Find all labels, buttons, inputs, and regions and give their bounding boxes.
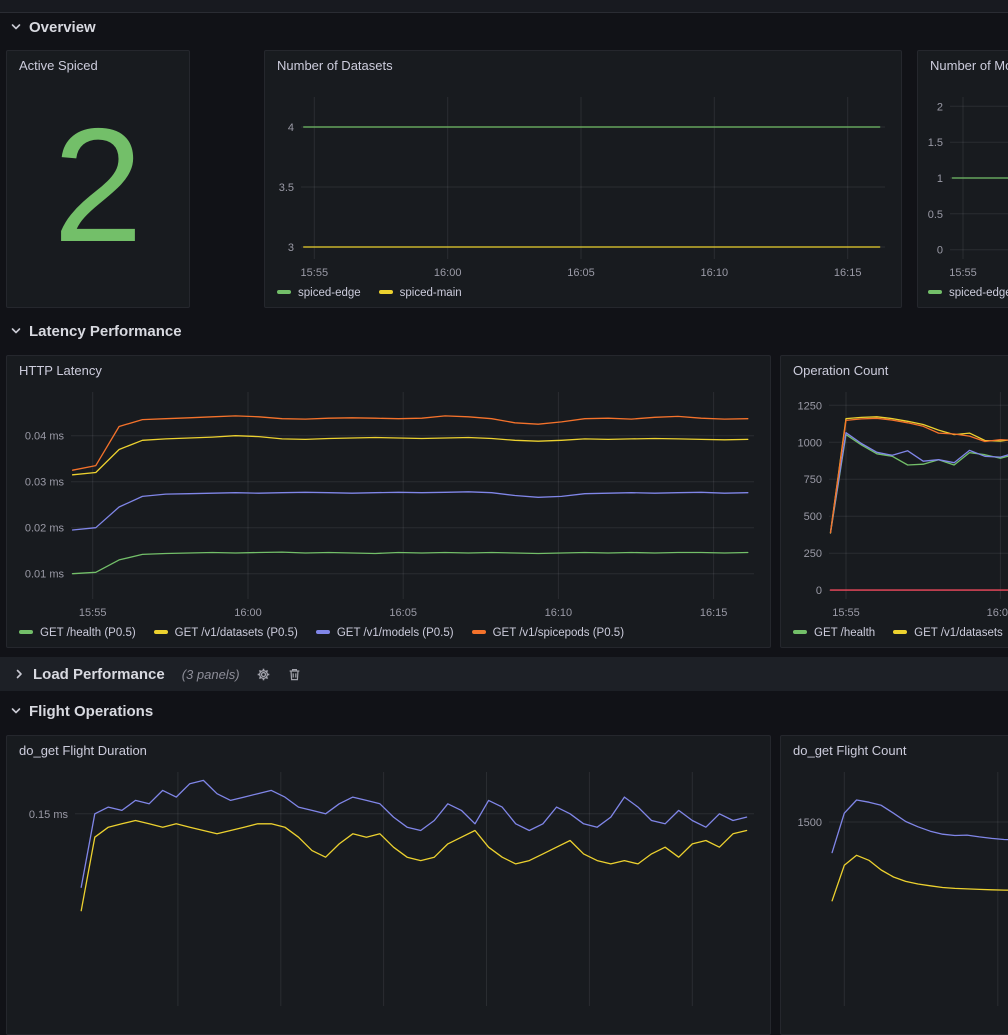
- svg-text:16:10: 16:10: [545, 607, 573, 619]
- legend-item[interactable]: GET /v1/datasets (P0.5): [154, 627, 298, 639]
- svg-text:250: 250: [804, 548, 822, 560]
- legend-item[interactable]: GET /v1/spicepods (P0.5): [472, 627, 624, 639]
- svg-text:16:10: 16:10: [701, 267, 729, 279]
- svg-text:1: 1: [937, 173, 943, 185]
- legend-item[interactable]: GET /v1/models (P0.5): [316, 627, 454, 639]
- top-divider-bar: [0, 0, 1008, 13]
- svg-text:3.5: 3.5: [279, 182, 294, 194]
- panel-flight-count: do_get Flight Count 1500: [780, 735, 1008, 1035]
- panel-title-operation-count[interactable]: Operation Count: [781, 356, 1008, 384]
- chevron-down-icon: [10, 21, 22, 33]
- models-chart[interactable]: 21.510.5015:5516:00spiced-edge: [924, 79, 1008, 305]
- svg-text:0.5: 0.5: [928, 209, 943, 221]
- svg-text:1000: 1000: [798, 437, 822, 449]
- panel-number-of-models: Number of Models 21.510.5015:5516:00spic…: [917, 50, 1008, 308]
- svg-text:0.15 ms: 0.15 ms: [29, 809, 69, 821]
- svg-text:16:00: 16:00: [234, 607, 262, 619]
- svg-text:0: 0: [937, 245, 943, 257]
- svg-text:500: 500: [804, 511, 822, 523]
- svg-text:15:55: 15:55: [301, 267, 329, 279]
- flight-count-chart[interactable]: 1500: [789, 764, 1008, 1032]
- svg-text:16:05: 16:05: [567, 267, 595, 279]
- datasets-chart[interactable]: 4 3.5 3 15:55 16:00 16:05 16:10 16:15 spiced-edg…: [273, 79, 893, 305]
- svg-text:15:55: 15:55: [79, 607, 107, 619]
- panels-count-badge: (3 panels): [182, 667, 240, 682]
- section-overview-label: Overview: [29, 19, 96, 36]
- panel-title-active-spiced[interactable]: Active Spiced: [7, 51, 189, 79]
- chevron-down-icon: [10, 325, 22, 337]
- operation-count-chart[interactable]: 1250 1000 750 500 250 0 15:55 16:00 GET /health G…: [789, 384, 1008, 645]
- svg-text:16:00: 16:00: [987, 607, 1008, 619]
- legend-item[interactable]: spiced-edge: [277, 287, 361, 299]
- svg-text:0.04 ms: 0.04 ms: [25, 431, 65, 443]
- svg-text:16:05: 16:05: [389, 607, 417, 619]
- svg-text:2: 2: [937, 101, 943, 113]
- svg-text:1.5: 1.5: [928, 137, 943, 149]
- svg-text:0: 0: [816, 585, 822, 597]
- chart-legend: GET /health (P0.5) GET /v1/datasets (P0.5…: [15, 625, 762, 645]
- panel-http-latency: HTTP Latency 0.04 ms 0.03 ms 0.02 ms 0.01 m…: [6, 355, 771, 648]
- row-delete-button[interactable]: [287, 667, 302, 682]
- row-settings-button[interactable]: [256, 667, 271, 682]
- chart-legend: spiced-edge spiced-main: [273, 285, 893, 305]
- panel-title-flight-count[interactable]: do_get Flight Count: [781, 736, 1008, 764]
- chevron-right-icon: [13, 668, 25, 680]
- svg-text:0.01 ms: 0.01 ms: [25, 569, 65, 581]
- section-flight-operations[interactable]: Flight Operations: [10, 700, 153, 722]
- http-latency-chart[interactable]: 0.04 ms 0.03 ms 0.02 ms 0.01 ms 15:55 16:00 16…: [15, 384, 762, 645]
- section-load-label: Load Performance: [33, 666, 165, 683]
- legend-item[interactable]: GET /v1/datasets: [893, 627, 1003, 639]
- panel-title-datasets[interactable]: Number of Datasets: [265, 51, 901, 79]
- svg-text:16:15: 16:15: [700, 607, 728, 619]
- section-latency-performance[interactable]: Latency Performance: [10, 320, 182, 342]
- svg-text:750: 750: [804, 474, 822, 486]
- legend-item[interactable]: GET /health (P0.5): [19, 627, 136, 639]
- trash-icon: [287, 667, 302, 682]
- panel-operation-count: Operation Count 12501000750500250015:551…: [780, 355, 1008, 648]
- svg-text:1500: 1500: [798, 817, 822, 829]
- svg-text:15:55: 15:55: [832, 607, 860, 619]
- panel-title-http-latency[interactable]: HTTP Latency: [7, 356, 770, 384]
- svg-text:15:55: 15:55: [949, 267, 977, 279]
- svg-text:0.02 ms: 0.02 ms: [25, 523, 65, 535]
- section-flight-label: Flight Operations: [29, 703, 153, 720]
- svg-text:16:15: 16:15: [834, 267, 862, 279]
- section-latency-label: Latency Performance: [29, 323, 182, 340]
- svg-text:3: 3: [288, 242, 294, 254]
- section-overview[interactable]: Overview: [10, 16, 96, 38]
- chart-legend: spiced-edge: [924, 285, 1008, 305]
- panel-active-spiced: Active Spiced 2: [6, 50, 190, 308]
- legend-item[interactable]: GET /health: [793, 627, 875, 639]
- svg-text:4: 4: [288, 122, 294, 134]
- gear-icon: [256, 667, 271, 682]
- svg-text:16:00: 16:00: [434, 267, 462, 279]
- svg-text:0.03 ms: 0.03 ms: [25, 477, 65, 489]
- chevron-down-icon: [10, 705, 22, 717]
- chart-legend: GET /healthGET /v1/datasetsGET /v1/model…: [789, 625, 1008, 645]
- stat-value: 2: [7, 79, 189, 307]
- panel-title-models[interactable]: Number of Models: [918, 51, 1008, 79]
- panel-title-flight-duration[interactable]: do_get Flight Duration: [7, 736, 770, 764]
- panel-number-of-datasets: Number of Datasets 4 3.5 3 15:55 16:00 16:05 1…: [264, 50, 902, 308]
- svg-text:1250: 1250: [798, 400, 822, 412]
- panel-flight-duration: do_get Flight Duration 0.15 ms: [6, 735, 771, 1035]
- legend-item[interactable]: spiced-edge: [928, 287, 1008, 299]
- legend-item[interactable]: spiced-main: [379, 287, 462, 299]
- section-load-performance[interactable]: Load Performance (3 panels): [0, 657, 1008, 691]
- flight-duration-chart[interactable]: 0.15 ms: [15, 764, 762, 1032]
